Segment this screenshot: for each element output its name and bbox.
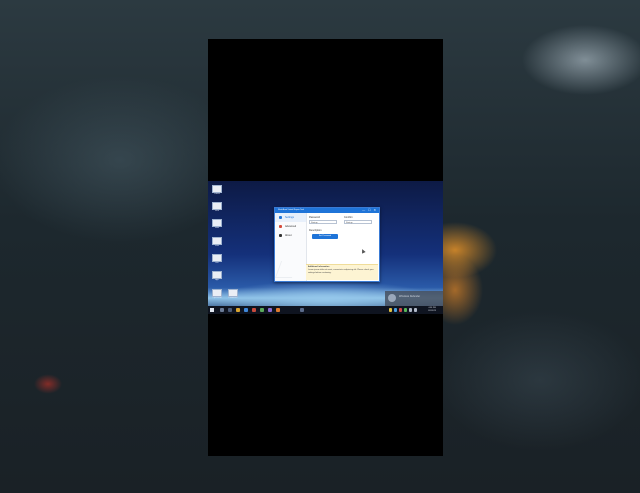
windows-desktop: Vimeo Scrn Note Mail Doc App OpenShot Fe… <box>208 181 443 314</box>
task-view-icon[interactable] <box>228 308 232 312</box>
app-icon[interactable] <box>276 308 280 312</box>
wifi-icon[interactable] <box>409 308 412 312</box>
phone-screen-frame: Vimeo Scrn Note Mail Doc App OpenShot Fe… <box>208 39 443 456</box>
app-icon <box>212 185 222 193</box>
desktop-icon-4[interactable]: Mail <box>210 237 224 248</box>
window-title: FlashBoot Virtual Repair Tool <box>278 209 304 211</box>
watermark-logo <box>274 261 299 278</box>
nav-item-label: About <box>285 234 292 237</box>
app-icon <box>212 219 222 227</box>
file-explorer-icon[interactable] <box>236 308 240 312</box>
desktop-icon-3[interactable]: Note <box>210 219 224 230</box>
tray-icon[interactable] <box>394 308 397 312</box>
search-icon[interactable] <box>220 308 224 312</box>
taskbar: 4:38 PM 8/1/2023 <box>208 306 443 314</box>
start-button[interactable] <box>210 308 214 312</box>
desktop-icon-6[interactable]: App <box>210 271 224 282</box>
desktop-icon-8[interactable]: Feedback <box>226 289 240 300</box>
app-icon[interactable] <box>260 308 264 312</box>
desktop-icon-label: Vimeo <box>214 193 220 195</box>
app-window: FlashBoot Virtual Repair Tool — ☐ ✕ Sett… <box>274 207 380 282</box>
tray-icon[interactable] <box>404 308 407 312</box>
nav-item-label: Advanced <box>285 225 297 228</box>
desktop-icon-label: OpenShot <box>212 297 222 299</box>
nav-item-advanced[interactable]: Advanced <box>275 222 306 231</box>
notice-text: Lorem ipsum dolor sit amet, consectetur … <box>308 269 374 274</box>
tray-icon[interactable] <box>389 308 392 312</box>
desktop-icon-label: Feedback <box>228 297 238 299</box>
desktop-icon-label: Scrn <box>214 210 220 212</box>
password-label: Password <box>309 216 320 219</box>
window-sidebar: Settings Advanced About <box>274 213 307 281</box>
set-password-button[interactable]: Set Password <box>312 234 338 239</box>
toast-text: Windows Defender <box>399 295 421 298</box>
desktop-icon-2[interactable]: Scrn <box>210 202 224 213</box>
app-icon[interactable] <box>300 308 304 312</box>
window-controls[interactable]: — ☐ ✕ <box>362 208 377 213</box>
desktop-icon-label: Doc <box>215 262 219 264</box>
app-icon[interactable] <box>252 308 256 312</box>
confirm-label: Confirm <box>344 216 353 219</box>
app-icon[interactable] <box>268 308 272 312</box>
nav-item-about[interactable]: About <box>275 231 306 240</box>
volume-icon[interactable] <box>414 308 417 312</box>
app-icon <box>228 289 238 297</box>
settings-icon <box>279 215 282 219</box>
edge-icon[interactable] <box>244 308 248 312</box>
description-label: Description <box>309 229 322 232</box>
desktop-icon-label: Note <box>214 227 220 229</box>
info-notice: Additional information Lorem ipsum dolor… <box>306 264 378 280</box>
clock-date: 8/1/2023 <box>428 310 436 312</box>
desktop-icon-label: Mail <box>215 245 219 247</box>
app-icon <box>212 254 222 262</box>
nav-item-settings[interactable]: Settings <box>275 213 306 222</box>
desktop-icon-label: App <box>215 279 219 281</box>
app-icon <box>212 271 222 279</box>
taskbar-clock[interactable]: 4:38 PM 8/1/2023 <box>428 307 436 313</box>
desktop-icon-5[interactable]: Doc <box>210 254 224 265</box>
tray-icon[interactable] <box>399 308 402 312</box>
mouse-cursor-icon <box>360 248 366 254</box>
shield-icon <box>388 294 396 302</box>
desktop-icon-1[interactable]: Vimeo <box>210 185 224 196</box>
nav-item-label: Settings <box>285 216 295 219</box>
app-icon <box>212 237 222 245</box>
info-icon <box>279 233 282 237</box>
notification-toast[interactable]: Windows Defender <box>385 291 443 306</box>
app-icon <box>212 289 222 297</box>
desktop-icon-7[interactable]: OpenShot <box>210 289 224 300</box>
tools-icon <box>279 224 282 228</box>
confirm-field[interactable]: Startup <box>344 220 372 224</box>
app-icon <box>212 202 222 210</box>
password-field[interactable]: Startup <box>309 220 337 224</box>
